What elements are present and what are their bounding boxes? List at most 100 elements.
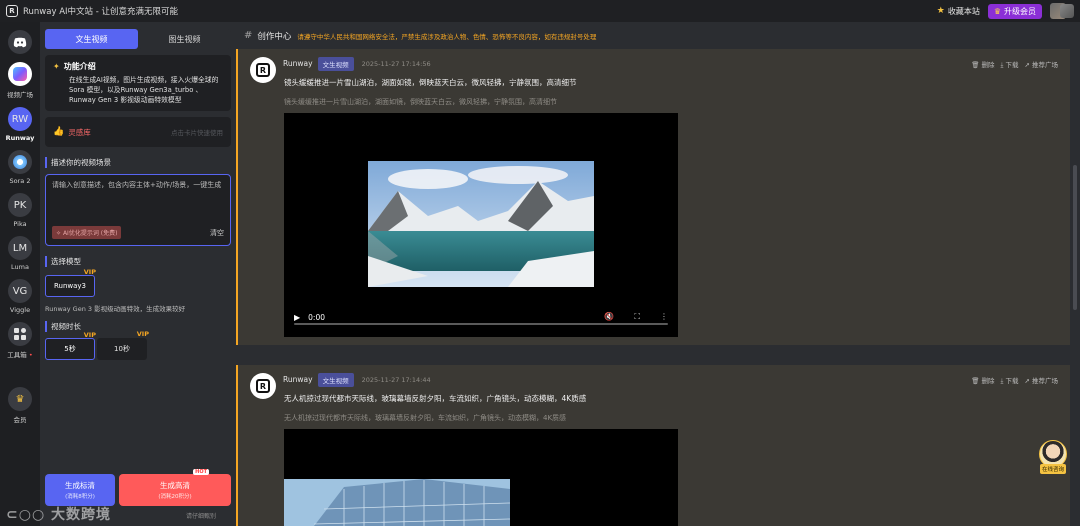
fullscreen-icon[interactable]: ⛶ xyxy=(634,312,640,322)
intro-text: 在线生成AI视频，图片生成视频，接入火爆全球的Sora 模型，以及Runway … xyxy=(69,76,219,104)
rail-item-luma[interactable]: LM Luma xyxy=(8,236,32,271)
share-plaza-button[interactable]: ➚ 推荐广场 xyxy=(1024,375,1058,386)
video-controls-right: 🔇 ⛶ ⋮ xyxy=(604,312,668,322)
play-icon[interactable]: ▶ xyxy=(294,313,300,322)
rail-item-runway[interactable]: RW Runway xyxy=(5,107,35,142)
runway-logo-icon: R xyxy=(250,373,276,399)
video-player[interactable] xyxy=(284,429,678,526)
model-description: Runway Gen 3 影视级动画特效，生成效果较好 xyxy=(45,305,186,313)
sora-icon xyxy=(8,150,32,174)
support-label: 在线咨询 xyxy=(1039,464,1066,474)
model-section-title: 选择模型 xyxy=(45,256,231,267)
favorite-label: 收藏本站 xyxy=(947,6,980,16)
vip-badge: VIP xyxy=(83,268,96,276)
watermark: ⊂○○ 大数跨境 xyxy=(6,504,111,524)
duration-options: 5秒 VIP 10秒 VIP xyxy=(45,330,231,360)
prompt-input[interactable]: 请输入创意描述，包含内容主体+动作/场景，一键生成 ✧ AI优化提示词 (免费)… xyxy=(45,174,231,246)
video-controls: ▶ 0:00 🔇 ⛶ ⋮ xyxy=(284,307,678,327)
rail-label: Sora 2 xyxy=(9,177,31,185)
watermark-logo-icon: ⊂○○ xyxy=(6,507,46,523)
share-plaza-button[interactable]: ➚ 推荐广场 xyxy=(1024,59,1058,70)
delete-button[interactable]: 🗑 删除 xyxy=(971,59,994,70)
hot-badge: HOT xyxy=(193,469,209,475)
favorite-button[interactable]: ★ 收藏本站 xyxy=(937,6,980,17)
video-thumbnail xyxy=(368,161,594,287)
ai-optimize-label: AI优化提示词 (免费) xyxy=(62,230,118,237)
post-type-badge: 文生视频 xyxy=(317,373,354,387)
rail-label: Pika xyxy=(13,220,27,228)
delete-button[interactable]: 🗑 删除 xyxy=(971,375,994,386)
online-support-button[interactable]: 在线咨询 xyxy=(1038,440,1068,478)
discord-icon xyxy=(8,30,32,54)
upgrade-button[interactable]: ♛ 升级会员 xyxy=(987,3,1042,19)
model-label: Runway3 xyxy=(53,282,87,290)
rail-label: Viggle xyxy=(9,306,31,314)
tab-text-to-video[interactable]: 文生视频 xyxy=(45,29,138,49)
post-actions: 🗑 删除 ⤓ 下载 ➚ 推荐广场 xyxy=(971,59,1058,70)
more-options-icon[interactable]: ⋮ xyxy=(660,312,668,322)
rail-item-plaza[interactable]: 视频广场 xyxy=(7,62,33,99)
model-option-runway3[interactable]: Runway3 VIP xyxy=(45,268,96,297)
post-time: 2025-11-27 17:14:56 xyxy=(361,60,431,68)
generate-buttons: 生成标清 (消耗8积分) HOT 生成高清 (消耗20积分) xyxy=(45,469,231,506)
duration-10s[interactable]: 10秒 VIP xyxy=(97,330,149,360)
scrollbar-thumb[interactable] xyxy=(1073,165,1077,310)
download-button[interactable]: ⤓ 下载 xyxy=(1001,59,1019,70)
hash-icon: # xyxy=(244,30,253,41)
rail-label: Runway xyxy=(5,134,35,142)
intro-card: ✦ 功能介绍 在线生成AI视频，图片生成视频，接入火爆全球的Sora 模型，以及… xyxy=(45,55,231,111)
clear-button[interactable]: 清空 xyxy=(210,228,224,238)
star-icon: ★ xyxy=(936,6,945,16)
rail-label: Luma xyxy=(11,263,29,271)
inspiration-label: 灵感库 xyxy=(68,127,91,137)
app-icon xyxy=(8,62,32,86)
feed[interactable]: R Runway 文生视频 2025-11-27 17:14:56 🗑 删除 ⤓… xyxy=(236,49,1070,526)
intro-heading: ✦ 功能介绍 xyxy=(53,61,223,72)
crown-icon: ♛ xyxy=(993,6,1001,16)
rail-item-pika[interactable]: PK Pika xyxy=(8,193,32,228)
post-card: R Runway 文生视频 2025-11-27 17:14:56 🗑 删除 ⤓… xyxy=(236,49,1070,345)
rail-label: 视频广场 xyxy=(7,91,33,99)
avatar-secondary xyxy=(1060,4,1074,18)
generate-hd-cost: (消耗20积分) xyxy=(158,494,192,500)
post-prompt: 无人机掠过现代都市天际线，玻璃幕墙反射夕阳，车流如织，广角镜头，动态模糊，4K质… xyxy=(284,394,587,403)
scrollbar[interactable] xyxy=(1070,49,1080,526)
upgrade-label: 升级会员 xyxy=(1004,6,1036,16)
post-author: Runway xyxy=(283,59,313,68)
duration-label: 5秒 xyxy=(64,345,76,353)
duration-5s[interactable]: 5秒 VIP xyxy=(45,331,96,360)
vip-badge: VIP xyxy=(83,331,96,339)
viggle-rail-icon: VG xyxy=(8,279,32,303)
video-time: 0:00 xyxy=(308,312,325,322)
runway-logo-icon: R xyxy=(250,57,276,83)
grid-icon xyxy=(8,322,32,346)
post-time: 2025-11-27 17:14:44 xyxy=(361,376,431,384)
volume-icon[interactable]: 🔇 xyxy=(604,312,614,322)
tab-image-to-video[interactable]: 图生视频 xyxy=(138,29,231,49)
rail-item-discord[interactable] xyxy=(8,30,32,54)
download-button[interactable]: ⤓ 下载 xyxy=(1001,375,1019,386)
post-actions: 🗑 删除 ⤓ 下载 ➚ 推荐广场 xyxy=(971,375,1058,386)
generate-standard-button[interactable]: 生成标清 (消耗8积分) xyxy=(45,474,115,506)
rail-item-member[interactable]: ♛ 会员 xyxy=(8,387,32,424)
post-card: R Runway 文生视频 2025-11-27 17:14:44 🗑 删除 ⤓… xyxy=(236,365,1070,526)
user-menu[interactable] xyxy=(1050,3,1074,19)
main-content: # 创作中心 请遵守中华人民共和国网络安全法，严禁生成涉及政治人物、色情、恐怖等… xyxy=(236,22,1080,526)
wand-icon: ✧ xyxy=(56,230,62,237)
rail-label: 工具箱 • xyxy=(7,351,33,359)
top-bar: R Runway AI中文站 - 让创意充满无限可能 ★ 收藏本站 ♛ 升级会员 xyxy=(0,0,1080,22)
duration-label: 10秒 xyxy=(114,345,130,353)
topbar-actions: ★ 收藏本站 ♛ 升级会员 xyxy=(937,3,1074,19)
rail-item-viggle[interactable]: VG Viggle xyxy=(8,279,32,314)
generate-hd-button[interactable]: HOT 生成高清 (消耗20积分) xyxy=(119,469,231,506)
rail-item-sora[interactable]: Sora 2 xyxy=(8,150,32,185)
describe-section-title: 描述你的视频场景 xyxy=(45,157,231,168)
ai-optimize-button[interactable]: ✧ AI优化提示词 (免费) xyxy=(52,226,122,239)
inspiration-card[interactable]: 👍 灵感库 点击卡片快速使用 xyxy=(45,117,231,147)
post-prompt-original: 镜头缓缓推进一片雪山湖泊，湖面如镜，倒映蓝天白云，微风轻拂，宁静氛围，高清细节 xyxy=(284,98,557,106)
video-player[interactable]: ▶ 0:00 🔇 ⛶ ⋮ xyxy=(284,113,678,337)
mode-tabs: 文生视频 图生视频 xyxy=(45,29,231,49)
compliance-notice: 请遵守中华人民共和国网络安全法，严禁生成涉及政治人物、色情、恐怖等不良内容，如有… xyxy=(297,32,597,41)
rail-item-tools[interactable]: 工具箱 • xyxy=(7,322,33,359)
inspiration-hint: 点击卡片快速使用 xyxy=(171,129,223,137)
